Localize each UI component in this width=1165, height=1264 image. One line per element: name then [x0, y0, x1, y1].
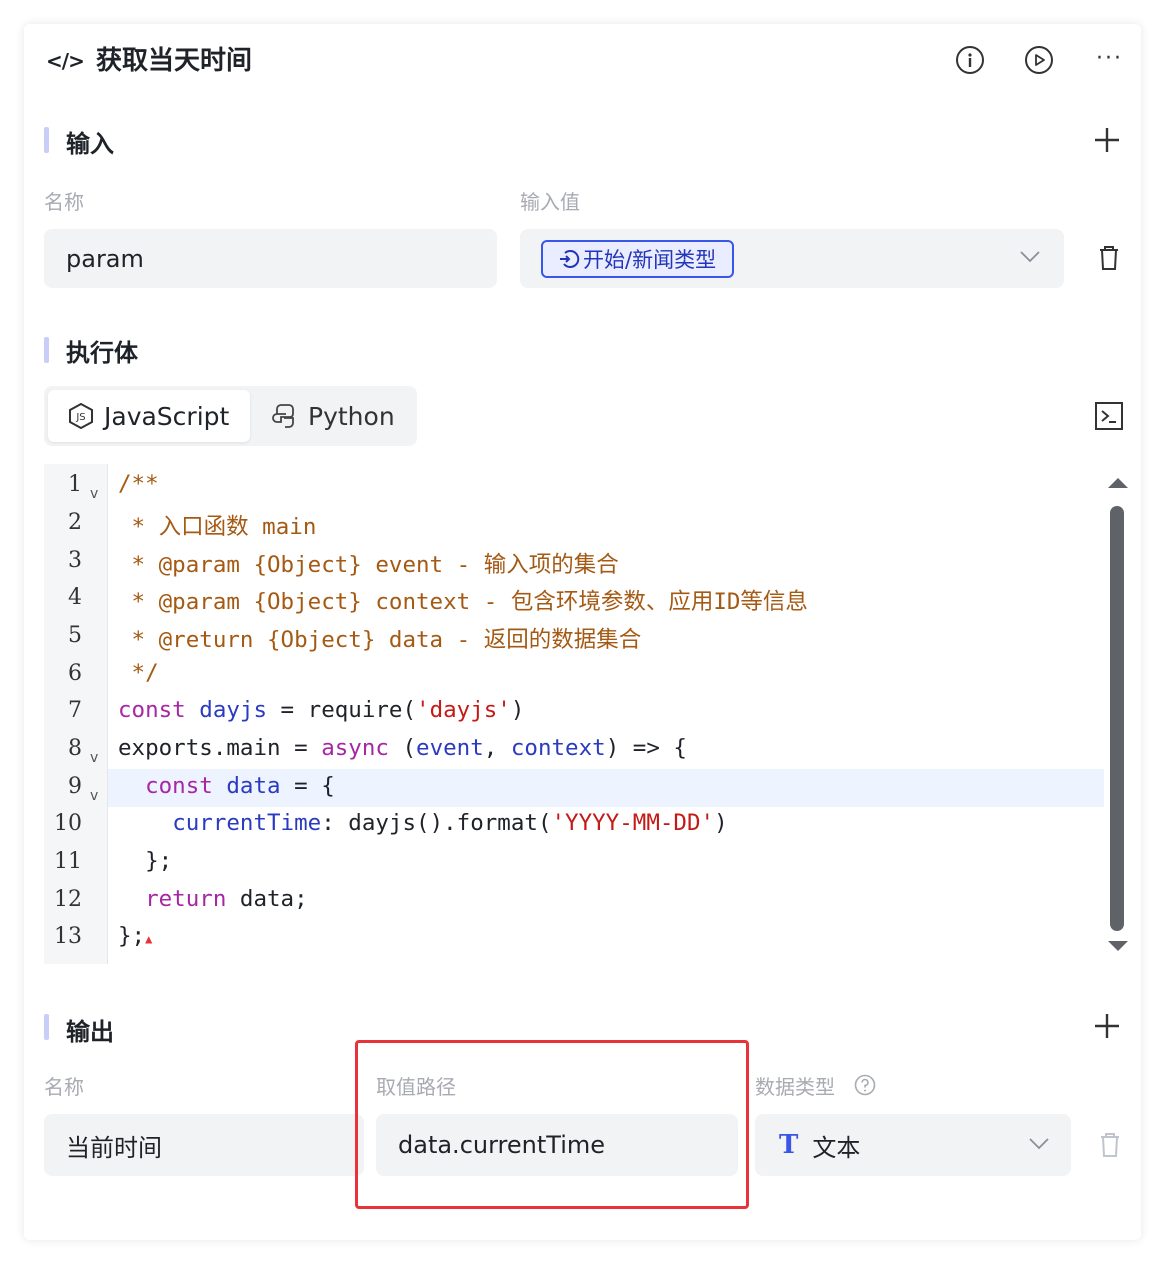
line-number: 10: [54, 811, 82, 836]
fold-icon[interactable]: v: [90, 788, 98, 804]
line-number: 3: [68, 548, 82, 573]
output-name-value: 当前时间: [66, 1133, 162, 1162]
line-number: 13: [54, 924, 82, 949]
section-bar: [44, 1014, 49, 1040]
output-section-title: 输出: [66, 1018, 114, 1046]
line-number: 6: [68, 661, 82, 686]
code-line: /**: [118, 471, 159, 497]
tab-javascript-label: JavaScript: [104, 401, 230, 431]
code-line: };▲: [118, 923, 153, 949]
editor-gutter: 1 v 2 3 4 5 6 7 8 v 9 v 10 11 12 13: [44, 464, 108, 964]
code-line: * @param {Object} context - 包含环境参数、应用ID等…: [118, 589, 808, 615]
code-line: };: [118, 848, 173, 874]
code-line: const dayjs = require('dayjs'): [118, 697, 525, 723]
code-line: const data = {: [145, 773, 335, 799]
svg-text:JS: JS: [75, 412, 85, 423]
tab-python[interactable]: Python: [252, 390, 412, 442]
line-number: 2: [68, 510, 82, 535]
line-number: 1: [68, 472, 82, 497]
output-name-label: 名称: [44, 1075, 84, 1099]
reference-icon: [560, 249, 580, 268]
param-value-select[interactable]: 开始/新闻类型: [520, 229, 1064, 288]
code-line: * @return {Object} data - 返回的数据集合: [118, 627, 642, 653]
code-line: return data;: [145, 886, 308, 912]
info-icon[interactable]: [956, 46, 984, 74]
fold-icon[interactable]: v: [90, 486, 98, 502]
line-number: 12: [54, 887, 82, 912]
input-section-title: 输入: [66, 130, 114, 158]
run-icon[interactable]: [1025, 46, 1053, 74]
variable-reference-label: 开始/新闻类型: [583, 247, 717, 272]
output-name-input[interactable]: 当前时间: [44, 1114, 364, 1176]
line-number: 9: [68, 774, 82, 799]
section-bar: [44, 337, 49, 363]
param-name-input[interactable]: param: [44, 229, 497, 288]
scroll-up-arrow[interactable]: [1108, 478, 1128, 488]
text-type-icon: T: [779, 1130, 799, 1160]
more-icon[interactable]: ···: [1096, 46, 1123, 71]
tab-javascript[interactable]: JS JavaScript: [48, 390, 250, 442]
trash-icon[interactable]: [1100, 1133, 1120, 1161]
line-number: 11: [54, 849, 82, 874]
output-type-select[interactable]: T 文本: [755, 1114, 1071, 1176]
line-number: 5: [68, 623, 82, 648]
code-line: * @param {Object} event - 输入项的集合: [118, 552, 619, 578]
code-line: currentTime: dayjs().format('YYYY-MM-DD'…: [172, 810, 728, 836]
add-output-icon[interactable]: [1094, 1007, 1120, 1045]
node-title: 获取当天时间: [96, 46, 253, 76]
variable-reference-tag[interactable]: 开始/新闻类型: [541, 239, 735, 278]
code-line: */: [118, 660, 159, 686]
code-icon: </>: [46, 49, 85, 73]
scroll-down-arrow[interactable]: [1108, 941, 1128, 951]
chevron-down-icon: [1029, 1138, 1049, 1150]
param-name-value: param: [66, 244, 144, 273]
input-name-label: 名称: [44, 190, 84, 214]
python-icon: [272, 404, 294, 428]
trash-icon[interactable]: [1099, 246, 1119, 274]
code-line: exports.main = async (event, context) =>…: [118, 735, 687, 761]
code-line: * 入口函数 main: [118, 514, 317, 540]
annotation-highlight-box: [355, 1040, 749, 1209]
output-type-value: 文本: [812, 1133, 861, 1162]
chevron-down-icon: [1020, 251, 1040, 263]
input-value-label: 输入值: [520, 190, 580, 214]
section-bar: [44, 127, 49, 153]
tab-python-label: Python: [308, 401, 395, 431]
javascript-icon: JS: [69, 403, 93, 429]
code-node-panel: </> 获取当天时间 ··· 输入 名称 输入值 param 开始/新闻类型 执…: [24, 24, 1141, 1240]
line-number: 4: [68, 585, 82, 610]
exec-section-title: 执行体: [66, 339, 138, 367]
line-number: 7: [68, 698, 82, 723]
add-input-icon[interactable]: [1094, 121, 1120, 159]
editor-scrollbar[interactable]: [1110, 506, 1124, 931]
language-tabs: JS JavaScript Python: [44, 386, 417, 446]
line-number: 8: [68, 736, 82, 761]
fold-icon[interactable]: v: [90, 750, 98, 766]
terminal-icon[interactable]: [1095, 402, 1123, 434]
output-type-label: 数据类型: [755, 1075, 835, 1099]
help-icon[interactable]: [854, 1074, 876, 1100]
